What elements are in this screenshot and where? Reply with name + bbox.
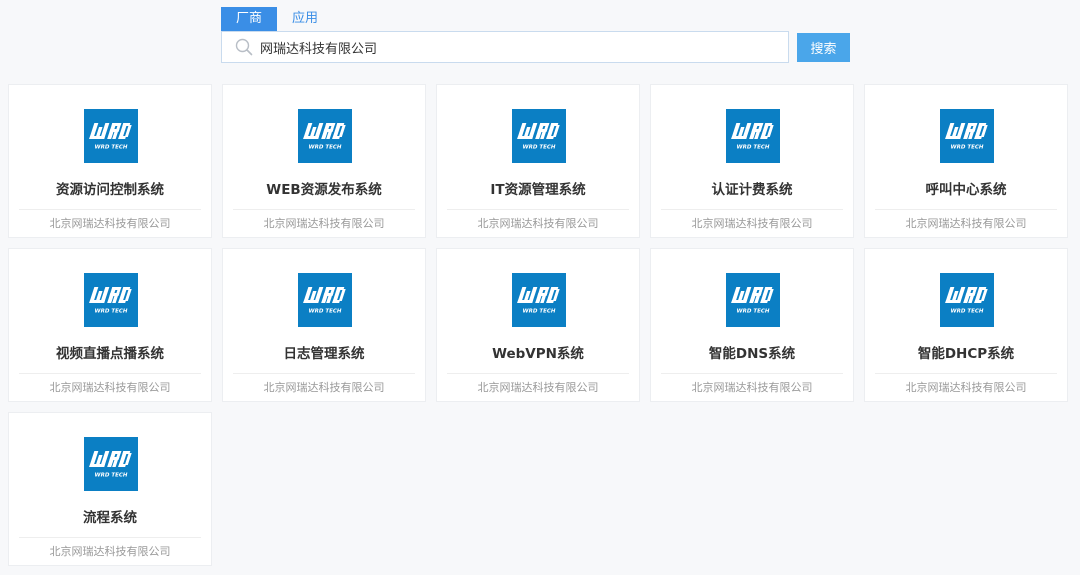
card-divider: [19, 373, 201, 374]
svg-text:WRD TECH: WRD TECH: [95, 309, 128, 315]
product-title: 智能DHCP系统: [917, 346, 1015, 362]
search-row: 搜索: [221, 31, 850, 63]
wrd-tech-logo: WRD TECH: [298, 109, 352, 163]
product-card[interactable]: WRD TECH 流程系统 北京网瑞达科技有限公司: [8, 412, 212, 566]
card-divider: [19, 209, 201, 210]
wrd-tech-logo: WRD TECH: [726, 109, 780, 163]
product-vendor: 北京网瑞达科技有限公司: [263, 381, 385, 394]
svg-text:WRD TECH: WRD TECH: [523, 309, 556, 315]
product-title: 认证计费系统: [711, 182, 793, 198]
wrd-tech-logo: WRD TECH: [726, 273, 780, 327]
product-vendor: 北京网瑞达科技有限公司: [691, 381, 813, 394]
svg-text:WRD TECH: WRD TECH: [523, 145, 556, 151]
wrd-tech-logo: WRD TECH: [512, 273, 566, 327]
product-card[interactable]: WRD TECH 视频直播点播系统 北京网瑞达科技有限公司: [8, 248, 212, 402]
product-vendor: 北京网瑞达科技有限公司: [49, 545, 171, 558]
product-vendor: 北京网瑞达科技有限公司: [477, 217, 599, 230]
product-title: 呼叫中心系统: [925, 182, 1007, 198]
card-divider: [233, 209, 415, 210]
card-divider: [19, 537, 201, 538]
app-root: 厂商 应用 搜索: [0, 0, 1080, 575]
card-divider: [875, 373, 1057, 374]
product-card[interactable]: WRD TECH 智能DNS系统 北京网瑞达科技有限公司: [650, 248, 854, 402]
product-card[interactable]: WRD TECH 智能DHCP系统 北京网瑞达科技有限公司: [864, 248, 1068, 402]
product-vendor: 北京网瑞达科技有限公司: [49, 381, 171, 394]
svg-text:WRD TECH: WRD TECH: [951, 145, 984, 151]
product-title: 流程系统: [83, 510, 137, 526]
product-title: WebVPN系统: [492, 346, 584, 362]
tab-vendor[interactable]: 厂商: [221, 7, 278, 31]
search-box[interactable]: [221, 31, 789, 63]
product-card[interactable]: WRD TECH 认证计费系统 北京网瑞达科技有限公司: [650, 84, 854, 238]
product-title: 日志管理系统: [283, 346, 365, 362]
svg-text:WRD TECH: WRD TECH: [309, 145, 342, 151]
card-divider: [447, 209, 629, 210]
search-button[interactable]: 搜索: [797, 32, 850, 62]
svg-text:WRD TECH: WRD TECH: [737, 145, 770, 151]
svg-text:WRD TECH: WRD TECH: [95, 473, 128, 479]
wrd-tech-logo: WRD TECH: [940, 109, 994, 163]
svg-text:WRD TECH: WRD TECH: [951, 309, 984, 315]
product-grid: WRD TECH 资源访问控制系统 北京网瑞达科技有限公司 WRD TECH W…: [8, 84, 1068, 566]
svg-text:WRD TECH: WRD TECH: [737, 309, 770, 315]
card-divider: [447, 373, 629, 374]
svg-text:WRD TECH: WRD TECH: [309, 309, 342, 315]
product-card[interactable]: WRD TECH 资源访问控制系统 北京网瑞达科技有限公司: [8, 84, 212, 238]
tab-application[interactable]: 应用: [277, 7, 333, 31]
search-tabs: 厂商 应用: [221, 7, 851, 31]
card-divider: [661, 209, 843, 210]
product-title: 资源访问控制系统: [56, 182, 164, 198]
search-area: 厂商 应用 搜索: [221, 7, 851, 65]
wrd-tech-logo: WRD TECH: [298, 273, 352, 327]
wrd-tech-logo: WRD TECH: [84, 437, 138, 491]
product-card[interactable]: WRD TECH 日志管理系统 北京网瑞达科技有限公司: [222, 248, 426, 402]
wrd-tech-logo: WRD TECH: [84, 273, 138, 327]
product-vendor: 北京网瑞达科技有限公司: [905, 217, 1027, 230]
product-card[interactable]: WRD TECH WebVPN系统 北京网瑞达科技有限公司: [436, 248, 640, 402]
product-title: WEB资源发布系统: [266, 182, 382, 198]
product-card[interactable]: WRD TECH WEB资源发布系统 北京网瑞达科技有限公司: [222, 84, 426, 238]
search-input[interactable]: [260, 33, 788, 61]
wrd-tech-logo: WRD TECH: [84, 109, 138, 163]
product-card[interactable]: WRD TECH IT资源管理系统 北京网瑞达科技有限公司: [436, 84, 640, 238]
product-card[interactable]: WRD TECH 呼叫中心系统 北京网瑞达科技有限公司: [864, 84, 1068, 238]
card-divider: [661, 373, 843, 374]
card-divider: [233, 373, 415, 374]
product-vendor: 北京网瑞达科技有限公司: [905, 381, 1027, 394]
wrd-tech-logo: WRD TECH: [512, 109, 566, 163]
card-divider: [875, 209, 1057, 210]
search-icon: [232, 35, 256, 59]
product-title: 视频直播点播系统: [56, 346, 164, 362]
product-title: 智能DNS系统: [708, 346, 796, 362]
product-vendor: 北京网瑞达科技有限公司: [477, 381, 599, 394]
product-title: IT资源管理系统: [490, 182, 586, 198]
svg-text:WRD TECH: WRD TECH: [95, 145, 128, 151]
product-vendor: 北京网瑞达科技有限公司: [691, 217, 813, 230]
product-vendor: 北京网瑞达科技有限公司: [49, 217, 171, 230]
product-vendor: 北京网瑞达科技有限公司: [263, 217, 385, 230]
wrd-tech-logo: WRD TECH: [940, 273, 994, 327]
